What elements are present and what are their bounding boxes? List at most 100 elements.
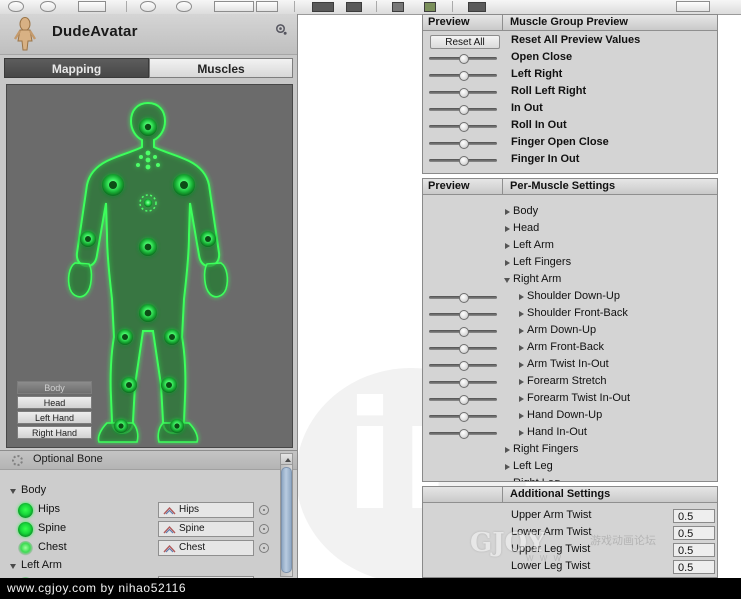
chevron-right-icon (519, 362, 524, 368)
toolbar-divider-2 (294, 1, 295, 12)
avatar-mapping-panel: DudeAvatar Mapping Muscles Body Head Lef… (0, 14, 298, 579)
slider-arm-front-back[interactable] (429, 344, 497, 354)
slider-handle (459, 378, 469, 388)
bone-list-scroll-thumb[interactable] (281, 467, 292, 573)
slider-handle (459, 105, 469, 115)
muscle-row-arm-front-back[interactable]: Arm Front-Back (423, 340, 717, 357)
bone-object-field[interactable]: Spine (158, 521, 254, 537)
lower-leg-twist-field[interactable]: 0.5 (673, 560, 715, 574)
muscle-row-hand-down-up[interactable]: Hand Down-Up (423, 408, 717, 425)
muscle-row-shoulder-down-up[interactable]: Shoulder Down-Up (423, 289, 717, 306)
muscle-row-forearm-twist-in-out[interactable]: Forearm Twist In-Out (423, 391, 717, 408)
setting-label: Lower Arm Twist (511, 526, 592, 538)
bone-row-chest[interactable]: Chest Chest (0, 539, 290, 558)
joint-left-elbow (80, 231, 96, 247)
bone-state-icon (18, 541, 33, 556)
oval-dot-icon[interactable] (176, 1, 192, 12)
rect-icon[interactable] (78, 1, 106, 12)
slider-handle (459, 54, 469, 64)
book-icon[interactable] (468, 2, 486, 12)
bodypart-button-body[interactable]: Body (17, 381, 92, 394)
chevron-right-icon (519, 294, 524, 300)
bodypart-button-left-hand[interactable]: Left Hand (17, 411, 92, 424)
bone-object-value: Hips (179, 504, 200, 515)
slider-finger-open-close[interactable] (429, 139, 497, 149)
bone-list[interactable]: Optional Bone Body Hips Hips Spine Spine… (0, 450, 297, 579)
slider-hand-down-up[interactable] (429, 412, 497, 422)
muscle-row-left-fingers[interactable]: Left Fingers (423, 255, 717, 272)
slider-open-close[interactable] (429, 54, 497, 64)
object-picker-icon[interactable] (259, 505, 269, 515)
card-icon[interactable] (312, 2, 334, 12)
lower-arm-twist-field[interactable]: 0.5 (673, 526, 715, 540)
muscle-group-row-finger-open-close: Finger Open Close (423, 135, 717, 152)
bone-group-body[interactable]: Body (0, 483, 265, 500)
setting-row-lower-arm-twist: Lower Arm Twist 0.5 (423, 525, 717, 542)
slider-roll-left-right[interactable] (429, 88, 497, 98)
slider-left-right[interactable] (429, 71, 497, 81)
muscle-row-body[interactable]: Body (423, 204, 717, 221)
muscle-row-right-fingers[interactable]: Right Fingers (423, 442, 717, 459)
muscle-label: Shoulder Down-Up (527, 290, 620, 302)
wide-rect-icon[interactable] (214, 1, 254, 12)
slider-shoulder-front-back[interactable] (429, 310, 497, 320)
small-rect-icon[interactable] (256, 1, 278, 12)
bone-group-label: Left Arm (21, 559, 62, 571)
muscle-row-left-arm[interactable]: Left Arm (423, 238, 717, 255)
muscle-group-label: Open Close (511, 51, 573, 63)
bone-object-field[interactable]: Chest (158, 540, 254, 556)
muscle-row-hand-in-out[interactable]: Hand In-Out (423, 425, 717, 442)
optional-bone-header[interactable]: Optional Bone (0, 451, 297, 470)
muscle-group-label: Reset All Preview Values (511, 34, 641, 46)
slider-shoulder-down-up[interactable] (429, 293, 497, 303)
muscle-row-forearm-stretch[interactable]: Forearm Stretch (423, 374, 717, 391)
bone-state-icon (18, 522, 33, 537)
muscle-row-arm-twist-in-out[interactable]: Arm Twist In-Out (423, 357, 717, 374)
avatar-viewport[interactable]: Body Head Left Hand Right Hand (6, 84, 293, 448)
chevron-right-icon (519, 345, 524, 351)
muscle-row-arm-down-up[interactable]: Arm Down-Up (423, 323, 717, 340)
slider-forearm-stretch[interactable] (429, 378, 497, 388)
muscle-label: Arm Down-Up (527, 324, 597, 336)
upper-leg-twist-field[interactable]: 0.5 (673, 543, 715, 557)
joint-left-hip (117, 329, 133, 345)
slider-roll-in-out[interactable] (429, 122, 497, 132)
muscle-group-preview-header: Preview Muscle Group Preview (423, 15, 717, 31)
bone-group-left-arm[interactable]: Left Arm (0, 558, 265, 575)
marker-icon[interactable] (424, 2, 436, 12)
slider-arm-down-up[interactable] (429, 327, 497, 337)
muscle-label: Body (513, 205, 539, 217)
object-picker-icon[interactable] (259, 543, 269, 553)
muscle-row-shoulder-front-back[interactable]: Shoulder Front-Back (423, 306, 717, 323)
gear-icon[interactable] (274, 23, 287, 36)
slider-forearm-twist-in-out[interactable] (429, 395, 497, 405)
circle-check-icon[interactable] (40, 1, 56, 12)
muscle-label: Hand In-Out (527, 426, 587, 438)
muscle-row-left-leg[interactable]: Left Leg (423, 459, 717, 476)
muscle-row-right-arm[interactable]: Right Arm (423, 272, 717, 289)
circle-icon[interactable] (8, 1, 24, 12)
object-picker-icon[interactable] (259, 524, 269, 534)
bodypart-button-right-hand[interactable]: Right Hand (17, 426, 92, 439)
oval-icon[interactable] (140, 1, 156, 12)
muscle-row-head[interactable]: Head (423, 221, 717, 238)
tab-muscles[interactable]: Muscles (149, 58, 293, 78)
slider-finger-in-out[interactable] (429, 156, 497, 166)
wand-icon[interactable] (392, 2, 404, 12)
slider-hand-in-out[interactable] (429, 429, 497, 439)
reset-all-button[interactable]: Reset All (430, 35, 500, 49)
upper-arm-twist-field[interactable]: 0.5 (673, 509, 715, 523)
bone-row-hips[interactable]: Hips Hips (0, 501, 290, 520)
bodypart-button-head[interactable]: Head (17, 396, 92, 409)
muscle-row-right-leg[interactable]: Right Leg (423, 476, 717, 481)
bone-object-field[interactable]: Hips (158, 502, 254, 518)
window-icon[interactable] (346, 2, 362, 12)
slider-in-out[interactable] (429, 105, 497, 115)
chevron-right-icon (519, 413, 524, 419)
tab-mapping[interactable]: Mapping (4, 58, 149, 78)
toolbar-search-field[interactable] (676, 1, 710, 12)
scroll-up-arrow-icon[interactable] (280, 453, 293, 465)
slider-arm-twist-in-out[interactable] (429, 361, 497, 371)
bone-row-spine[interactable]: Spine Spine (0, 520, 290, 539)
muscle-group-preview-body: Reset All Reset All Preview Values Open … (423, 31, 717, 173)
